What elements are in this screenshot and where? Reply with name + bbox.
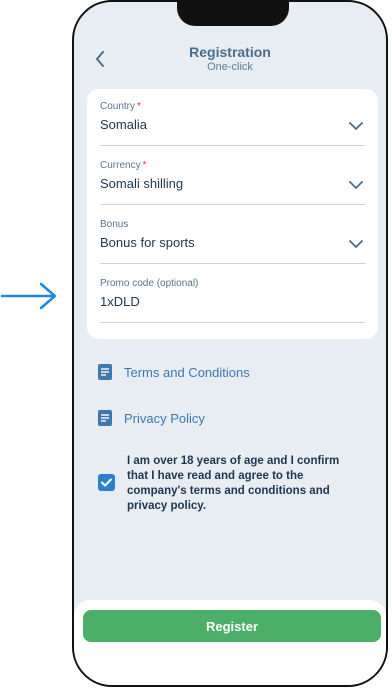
promo-code-field[interactable]: Promo code (optional) 1xDLD [100, 278, 365, 323]
bonus-label: Bonus [100, 219, 129, 230]
page-title: Registration [189, 44, 271, 60]
country-select[interactable]: Country * Somalia [100, 101, 365, 146]
required-marker: * [142, 160, 147, 171]
required-marker: * [137, 101, 141, 112]
chevron-down-icon [349, 181, 363, 189]
consent-text: I am over 18 years of age and I confirm … [127, 455, 340, 512]
consent-checkbox[interactable] [98, 474, 115, 491]
promo-code-label: Promo code (optional) [100, 278, 199, 289]
chevron-down-icon [349, 240, 363, 248]
register-button[interactable]: Register [83, 610, 381, 642]
privacy-policy-link-label: Privacy Policy [124, 410, 205, 426]
document-icon [98, 364, 112, 380]
age-consent: I am over 18 years of age and I confirm … [98, 454, 358, 514]
page-subtitle: One-click [207, 61, 253, 73]
document-icon [98, 410, 112, 426]
right-arrow-icon [0, 282, 57, 310]
checkmark-icon [101, 478, 112, 487]
registration-form-card: Country * Somalia Currency * Somali shilli… [87, 89, 378, 339]
bonus-value: Bonus for sports [100, 235, 195, 250]
header: Registration One-click [74, 2, 386, 82]
terms-link-label: Terms and Conditions [124, 364, 250, 380]
bonus-select[interactable]: Bonus Bonus for sports [100, 219, 365, 264]
country-value: Somalia [100, 117, 147, 132]
currency-select[interactable]: Currency * Somali shilling [100, 160, 365, 205]
country-label: Country [100, 101, 136, 112]
footer: Register [74, 600, 386, 685]
terms-link[interactable]: Terms and Conditions [98, 364, 250, 380]
promo-code-value: 1xDLD [100, 294, 140, 309]
chevron-down-icon [349, 122, 363, 130]
phone-frame: Registration One-click Country * Somalia … [72, 0, 388, 687]
currency-value: Somali shilling [100, 176, 184, 191]
currency-label: Currency [100, 160, 141, 171]
privacy-policy-link[interactable]: Privacy Policy [98, 410, 205, 426]
